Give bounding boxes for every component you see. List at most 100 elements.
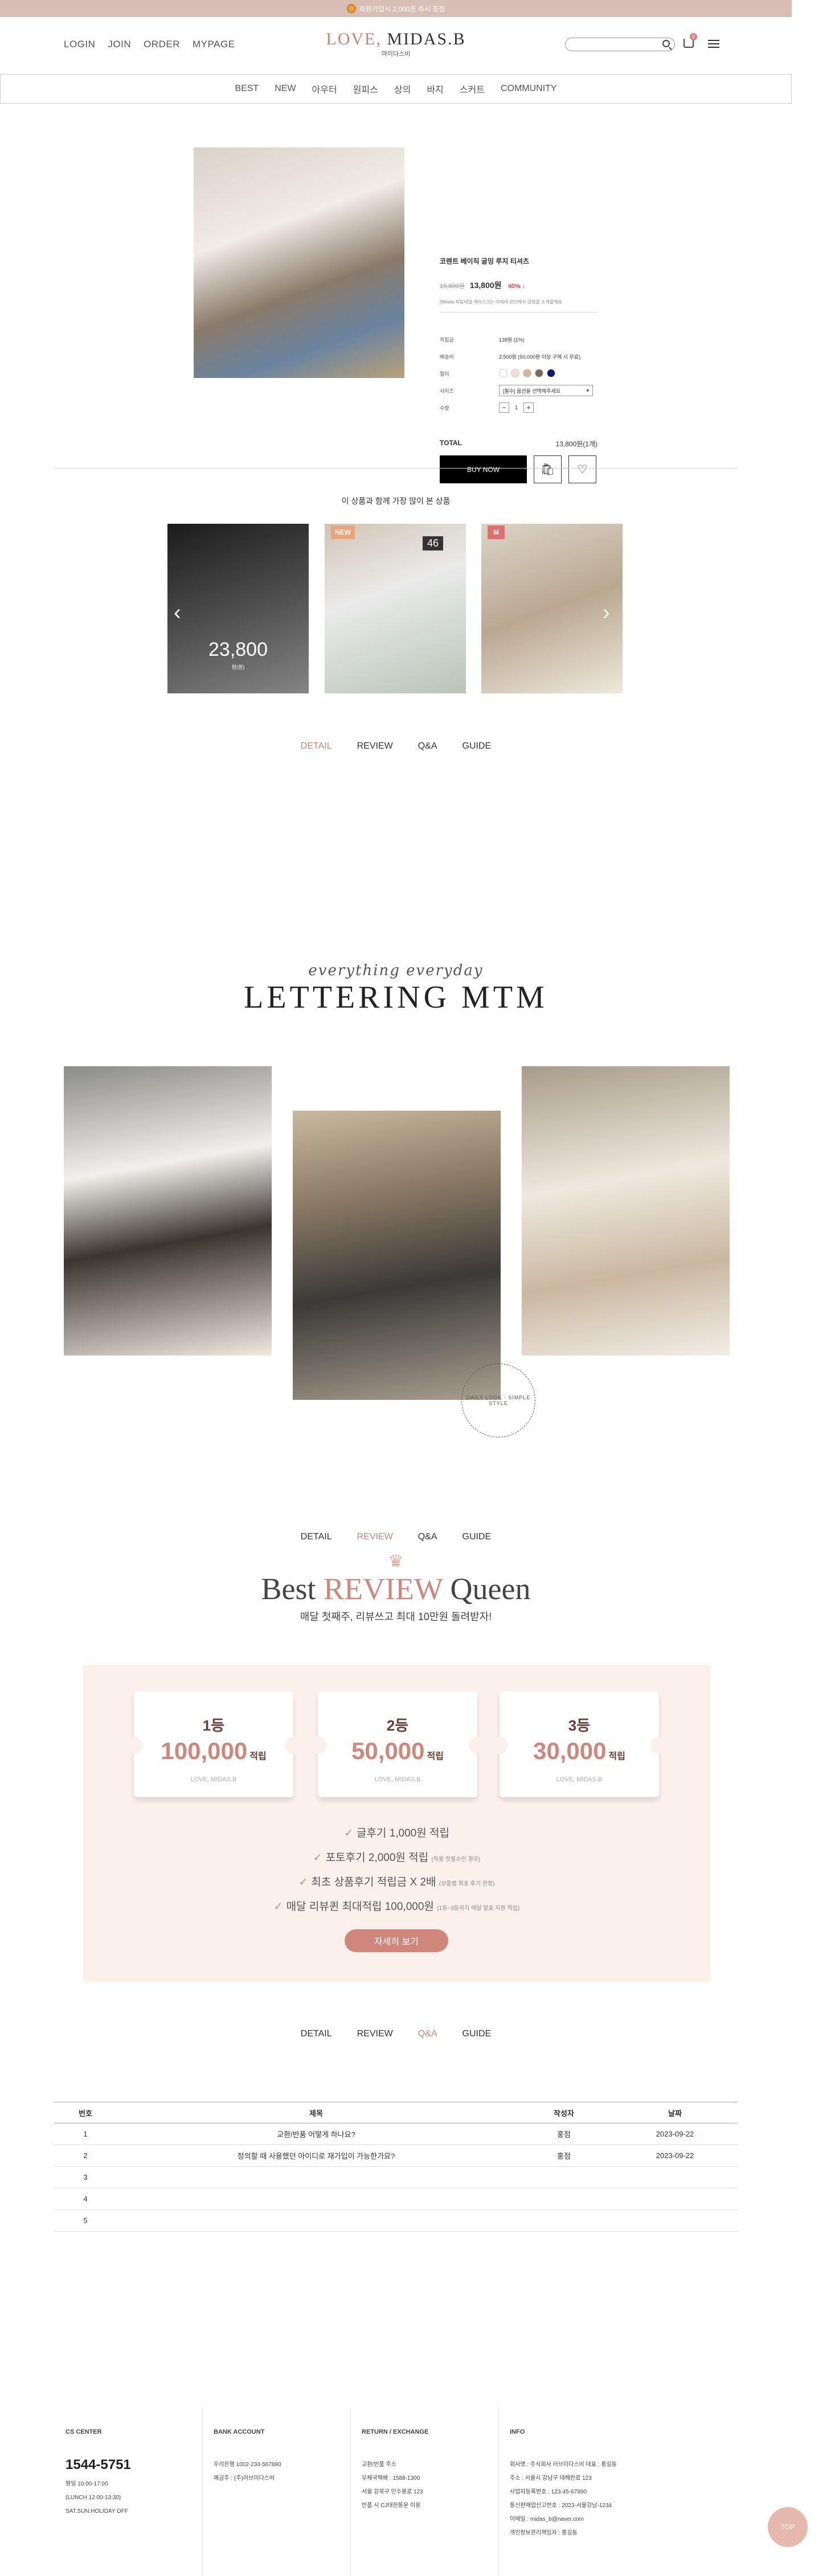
color-swatch-5[interactable]: [547, 368, 555, 377]
review-queen-title: Best REVIEW Queen: [261, 1572, 531, 1606]
check-icon: ✓: [313, 1852, 322, 1864]
tab-review[interactable]: REVIEW: [357, 741, 393, 751]
cart-icon[interactable]: 0: [683, 33, 697, 48]
related-card-2[interactable]: NEW 46: [325, 524, 466, 693]
wishlist-button[interactable]: ♡: [568, 455, 596, 483]
color-swatch-3[interactable]: [523, 368, 531, 377]
tab-detail[interactable]: DETAIL: [301, 2029, 332, 2039]
tab-qa[interactable]: Q&A: [418, 1532, 437, 1542]
logo-love: LOVE,: [326, 30, 382, 48]
coupon-1st: 1등 100,000 적립 LOVE, MIDAS.B: [125, 1691, 302, 1797]
total-row: TOTAL 13,800원(1개): [440, 439, 597, 449]
related-card-overlay: 23,800 원(원): [167, 524, 309, 693]
check-icon: ✓: [344, 1827, 353, 1839]
lookbook-image-2[interactable]: [293, 1111, 501, 1400]
chevron-down-icon: ▾: [586, 387, 589, 393]
category-community[interactable]: COMMUNITY: [501, 84, 557, 94]
daily-look-sticker: DAILY LOOK · SIMPLE STYLE: [461, 1363, 535, 1437]
table-row[interactable]: 5: [54, 2210, 738, 2232]
quantity-plus-button[interactable]: +: [523, 402, 534, 413]
table-row[interactable]: 2 정의할 때 사용했던 아이디로 재가입이 가능한가요? 홍점 2023-09-22: [54, 2145, 738, 2167]
footer-bank: BANK ACCOUNT 우리은행 1002-234-567890 예금주 : (…: [214, 2429, 281, 2481]
check-icon: ✓: [298, 1876, 308, 1888]
coupon-3rd: 3등 30,000 적립 LOVE, MIDAS.B: [491, 1691, 668, 1797]
top-banner[interactable]: 회원가입시 2,000원 즉시 증정: [0, 0, 792, 17]
tab-review[interactable]: REVIEW: [357, 2029, 393, 2039]
scroll-top-button[interactable]: TOP: [768, 2507, 808, 2547]
color-swatches: [499, 368, 559, 379]
benefit-item: ✓ 포토후기 2,000원 적립 (착용 컷필수인 경우): [313, 1852, 481, 1864]
header: LOGIN JOIN ORDER MYPAGE LOVE, MIDAS.B 마이…: [0, 17, 792, 74]
cart-add-button[interactable]: 🛍: [534, 455, 562, 483]
section-divider: [54, 468, 738, 469]
footer-info: INFO 회사명 : 주식회사 러브미다스비 대표 : 홍길동 주소 : 서울시 …: [510, 2429, 617, 2536]
carousel-prev-icon[interactable]: ‹: [174, 601, 181, 625]
related-title: 이 상품과 함께 가장 많이 본 상품: [341, 496, 451, 506]
color-swatch-2[interactable]: [511, 368, 519, 377]
tab-guide[interactable]: GUIDE: [462, 741, 492, 751]
row-quantity: 수량 −1 +: [440, 399, 597, 416]
category-new[interactable]: NEW: [275, 84, 296, 94]
benefit-item: ✓ 매달 리뷰퀸 최대적립 100,000원 (1등~3등까지 매달 발표 지원 …: [273, 1901, 520, 1913]
category-top[interactable]: 상의: [394, 82, 411, 96]
review-more-button[interactable]: 자세히 보기: [345, 1929, 448, 1952]
row-color: 컬러: [440, 365, 597, 382]
quantity-minus-button[interactable]: −: [499, 402, 509, 413]
product-name: 코렌트 베이직 굴밍 루지 티셔츠: [440, 257, 529, 265]
tab-detail[interactable]: DETAIL: [301, 1532, 332, 1542]
check-icon: ✓: [273, 1901, 283, 1913]
row-shipping: 배송비 2,500원 (50,000원 이상 구매 시 무료): [440, 354, 581, 360]
footer-return: RETURN / EXCHANGE 교환/반품 주소 우체국택배 : 1588-1…: [362, 2429, 429, 2509]
crown-icon: ♛: [388, 1552, 404, 1571]
related-card-1[interactable]: 23,800 원(원): [167, 524, 309, 693]
tab-qa[interactable]: Q&A: [418, 2029, 437, 2039]
row-size: 사이즈 [필수] 옵션을 선택해주세요 ▾: [440, 382, 597, 399]
product-info: 코렌트 베이직 굴밍 루지 티셔츠 19,800원 13,800원 40% ↓ …: [440, 256, 597, 483]
tab-review[interactable]: REVIEW: [357, 1532, 393, 1542]
qa-table: 번호 제목 작성자 날짜 1 교환/반품 어떻게 하나요? 홍점 2023-09-22 2정…: [54, 2102, 738, 2232]
search-input[interactable]: [565, 38, 675, 51]
benefit-list: ✓ 글후기 1,000원 적립 ✓ 포토후기 2,000원 적립 (착용 컷필수인 …: [83, 1822, 710, 1920]
old-price: 19,800원: [440, 283, 465, 290]
tabs-qa: DETAIL REVIEW Q&A GUIDE: [0, 2029, 792, 2039]
category-skirt[interactable]: 스커트: [460, 82, 485, 96]
hamburger-menu-icon[interactable]: [708, 40, 719, 48]
color-swatch-4[interactable]: [535, 368, 543, 377]
buy-now-button[interactable]: BUY NOW: [440, 455, 527, 483]
size-select[interactable]: [필수] 옵션을 선택해주세요 ▾: [499, 385, 593, 396]
bag-icon: 🛍: [540, 463, 555, 476]
product-price: 19,800원 13,800원 40% ↓: [440, 280, 597, 291]
related-card-3[interactable]: M: [481, 524, 623, 693]
table-row[interactable]: 3: [54, 2167, 738, 2188]
cart-count-badge: 0: [690, 33, 697, 40]
table-row[interactable]: 4: [54, 2188, 738, 2210]
tabs-review: DETAIL REVIEW Q&A GUIDE: [0, 1532, 792, 1542]
product-main-image[interactable]: [194, 147, 404, 378]
tab-detail[interactable]: DETAIL: [301, 741, 332, 751]
category-outer[interactable]: 아우터: [312, 82, 337, 96]
top-banner-text: 회원가입시 2,000원 즉시 증정: [359, 5, 445, 13]
logo-sub: 마이다스비: [381, 51, 411, 57]
quantity-value[interactable]: 1: [515, 405, 518, 410]
lookbook-image-1[interactable]: [64, 1066, 272, 1355]
tab-guide[interactable]: GUIDE: [462, 1532, 492, 1542]
footer: CS CENTER 1544-5751 평일 10:00-17:00 (LUNCH…: [54, 2391, 738, 2576]
product-section: 코렌트 베이직 굴밍 루지 티셔츠 19,800원 13,800원 40% ↓ …: [0, 104, 835, 496]
category-pants[interactable]: 바지: [427, 82, 443, 96]
cs-phone[interactable]: 1544-5751: [66, 2458, 131, 2472]
table-row[interactable]: 1 교환/반품 어떻게 하나요? 홍점 2023-09-22: [54, 2123, 738, 2145]
coupon-2nd: 2등 50,000 적립 LOVE, MIDAS.B: [309, 1691, 486, 1797]
tab-guide[interactable]: GUIDE: [462, 2029, 492, 2039]
carousel-next-icon[interactable]: ›: [603, 601, 610, 625]
sale-price: 13,800원: [469, 281, 502, 290]
color-swatch-1[interactable]: [499, 368, 507, 377]
lookbook-image-3[interactable]: [522, 1066, 730, 1355]
lettering-title: LETTERING MTM: [244, 980, 548, 1015]
tab-qa[interactable]: Q&A: [418, 741, 437, 751]
total-label: TOTAL: [440, 439, 462, 447]
discount-rate: 40%: [507, 283, 521, 290]
category-onepiece[interactable]: 원피스: [353, 82, 378, 96]
search-icon[interactable]: [662, 40, 670, 47]
category-best[interactable]: BEST: [235, 84, 259, 94]
card-number: 46: [422, 536, 443, 550]
